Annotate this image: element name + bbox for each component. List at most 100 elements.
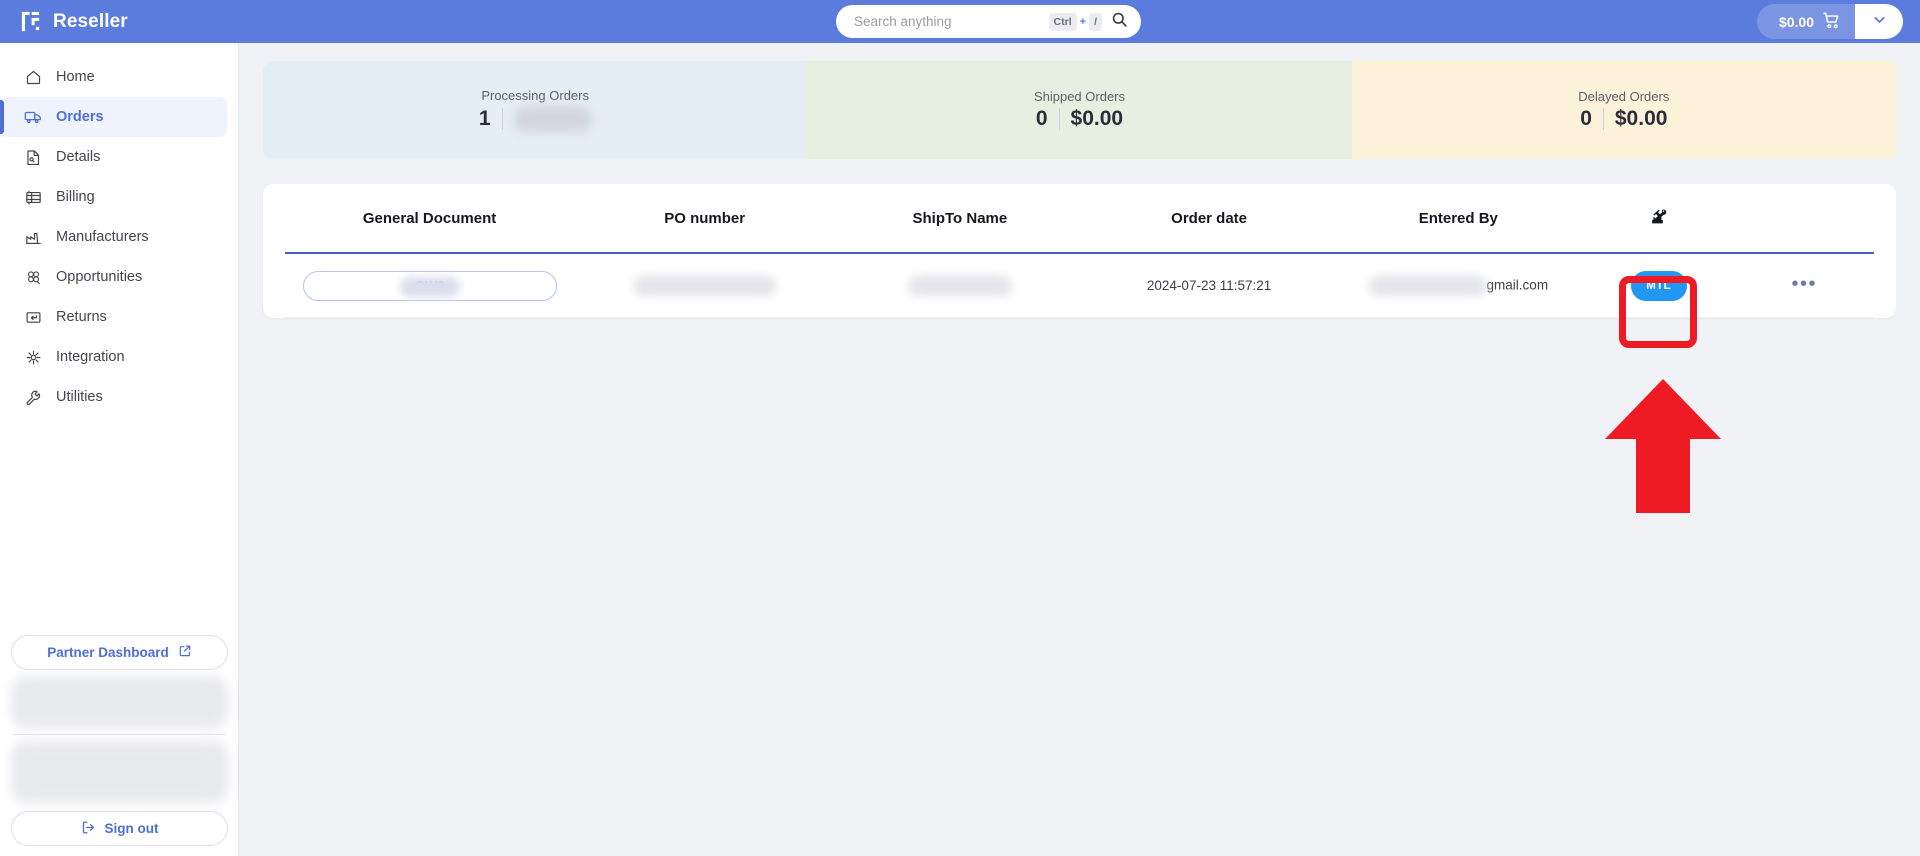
sidebar-item-utilities[interactable]: Utilities — [0, 377, 227, 417]
stat-count: 0 — [1035, 107, 1048, 130]
external-link-icon — [178, 644, 192, 661]
stat-divider — [1058, 108, 1060, 130]
column-header-general-document[interactable]: General Document — [285, 210, 574, 227]
sidebar-footer: Partner Dashboard Sign out — [0, 635, 239, 856]
robot-arm-icon — [1649, 208, 1668, 230]
sidebar-item-details[interactable]: Details — [0, 137, 227, 177]
cell-shipto-name — [835, 275, 1084, 296]
document-icon — [24, 148, 42, 166]
cell-badge: MTL — [1583, 270, 1735, 301]
partner-dashboard-label: Partner Dashboard — [47, 645, 169, 660]
cell-entered-by: gmail.com — [1334, 275, 1583, 296]
factory-icon — [24, 228, 42, 246]
wrench-icon — [24, 388, 42, 406]
mtl-badge-button[interactable]: MTL — [1630, 270, 1687, 301]
stat-divider — [1602, 108, 1604, 130]
entered-by-value: gmail.com — [1486, 277, 1549, 293]
cart-button[interactable]: $0.00 — [1756, 4, 1855, 39]
po-number-redacted — [633, 275, 776, 296]
home-icon — [24, 68, 42, 86]
brand[interactable]: Reseller — [19, 10, 128, 33]
sidebar-item-label: Details — [56, 149, 101, 165]
stat-amount-redacted — [513, 106, 592, 132]
stat-card-processing-orders[interactable]: Processing Orders 1 — [263, 61, 808, 159]
stat-label: Delayed Orders — [1578, 89, 1670, 104]
search-shortcut-slash: / — [1089, 12, 1102, 31]
sidebar-item-opportunities[interactable]: Opportunities — [0, 257, 227, 297]
sidebar-item-orders[interactable]: Orders — [0, 97, 227, 137]
cell-actions: ••• — [1734, 274, 1874, 294]
sidebar-item-label: Billing — [56, 189, 95, 205]
search-box[interactable]: Ctrl + / — [836, 5, 1141, 38]
chevron-down-icon — [1871, 11, 1888, 33]
column-header-automation[interactable] — [1583, 207, 1735, 230]
search-shortcut-plus: + — [1079, 15, 1087, 28]
cell-po-number — [574, 275, 835, 296]
shipto-name-redacted — [907, 275, 1012, 296]
sidebar-item-returns[interactable]: Returns — [0, 297, 227, 337]
sidebar-item-label: Returns — [56, 309, 107, 325]
top-bar: Reseller Ctrl + / $0.00 — [0, 0, 1920, 43]
stat-values: 0 $0.00 — [1580, 107, 1667, 131]
cell-order-date: 2024-07-23 11:57:21 — [1146, 278, 1272, 293]
column-header-entered-by[interactable]: Entered By — [1334, 210, 1583, 227]
column-header-po-number[interactable]: PO number — [574, 210, 835, 227]
stat-values: 1 — [479, 106, 592, 132]
sidebar-item-label: Orders — [56, 109, 104, 125]
stat-count: 1 — [478, 107, 491, 130]
cart-group[interactable]: $0.00 — [1756, 4, 1903, 39]
stat-amount: $0.00 — [1614, 107, 1668, 130]
general-document-redacted — [399, 276, 460, 297]
column-header-shipto-name[interactable]: ShipTo Name — [835, 210, 1084, 227]
sidebar-item-home[interactable]: Home — [0, 57, 227, 97]
sidebar-item-manufacturers[interactable]: Manufacturers — [0, 217, 227, 257]
sign-out-label: Sign out — [104, 821, 159, 836]
sidebar-item-label: Opportunities — [56, 269, 143, 285]
cart-amount: $0.00 — [1778, 13, 1814, 30]
sidebar-item-billing[interactable]: Billing — [0, 177, 227, 217]
partner-dashboard-button[interactable]: Partner Dashboard — [11, 635, 228, 670]
stat-card-shipped-orders[interactable]: Shipped Orders 0 $0.00 — [807, 61, 1352, 159]
sign-out-icon — [81, 820, 96, 838]
sidebar-item-integration[interactable]: Integration — [0, 337, 227, 377]
general-document-button[interactable]: OW0 — [302, 270, 557, 301]
table-header-row: General Document PO number ShipTo Name O… — [285, 184, 1874, 254]
cart-icon — [1822, 11, 1841, 33]
stat-amount: $0.00 — [1070, 107, 1124, 130]
sidebar-nav: Home Orders Details Billing Manufacturer… — [0, 43, 238, 417]
entered-by-redacted — [1368, 275, 1487, 296]
stats-row: Processing Orders 1 Shipped Orders 0 $0.… — [263, 61, 1896, 159]
sidebar-item-label: Utilities — [56, 389, 103, 405]
invoice-icon — [24, 188, 42, 206]
sidebar-item-label: Integration — [56, 349, 125, 365]
cart-dropdown-button[interactable] — [1855, 4, 1903, 39]
sidebar-divider — [13, 734, 226, 735]
redacted-account-block-1 — [11, 676, 228, 728]
main-content: Processing Orders 1 Shipped Orders 0 $0.… — [239, 43, 1920, 856]
cell-general-document: OW0 — [285, 270, 574, 301]
stat-label: Processing Orders — [481, 88, 589, 103]
search-shortcut-ctrl: Ctrl — [1048, 12, 1077, 31]
search-icon[interactable] — [1111, 11, 1128, 33]
more-horizontal-icon[interactable]: ••• — [1791, 273, 1817, 295]
sign-out-button[interactable]: Sign out — [11, 811, 228, 846]
column-header-order-date[interactable]: Order date — [1084, 210, 1333, 227]
brand-name: Reseller — [53, 10, 128, 32]
reseller-logo-icon — [19, 10, 42, 33]
sidebar-item-label: Manufacturers — [56, 229, 149, 245]
clover-icon — [24, 268, 42, 286]
stat-values: 0 $0.00 — [1036, 107, 1123, 131]
stat-label: Shipped Orders — [1033, 89, 1126, 104]
stat-count: 0 — [1580, 107, 1592, 130]
sidebar: Home Orders Details Billing Manufacturer… — [0, 43, 239, 856]
integration-icon — [24, 348, 42, 366]
stat-card-delayed-orders[interactable]: Delayed Orders 0 $0.00 — [1351, 61, 1896, 159]
stat-divider — [501, 108, 503, 130]
return-arrow-icon — [24, 308, 42, 326]
search-input[interactable] — [854, 14, 1049, 29]
table-row[interactable]: OW0 2024-07-23 11:57:21 gmail.com MTL ••… — [285, 254, 1874, 318]
sidebar-item-label: Home — [56, 69, 95, 85]
truck-icon — [24, 108, 42, 126]
redacted-account-block-2 — [11, 741, 228, 803]
orders-table: General Document PO number ShipTo Name O… — [263, 184, 1896, 318]
